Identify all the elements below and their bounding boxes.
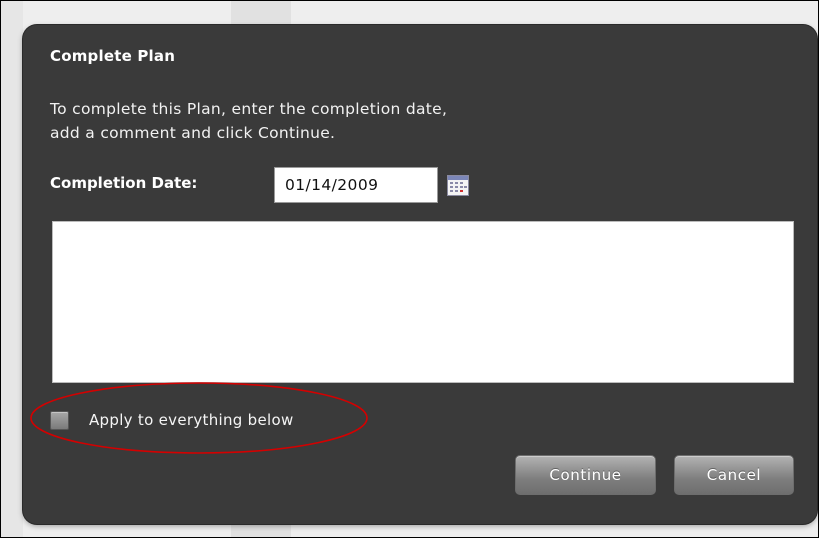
cancel-button[interactable]: Cancel bbox=[674, 455, 794, 495]
instructions-line-1: To complete this Plan, enter the complet… bbox=[50, 100, 448, 118]
completion-date-label: Completion Date: bbox=[50, 174, 198, 192]
dialog-title: Complete Plan bbox=[50, 47, 176, 65]
continue-button[interactable]: Continue bbox=[515, 455, 656, 495]
background-page-strip bbox=[231, 523, 291, 537]
apply-to-everything-row[interactable]: Apply to everything below bbox=[50, 409, 294, 431]
complete-plan-dialog: Complete Plan To complete this Plan, ent… bbox=[23, 25, 817, 524]
calendar-icon[interactable] bbox=[447, 175, 469, 196]
dialog-instructions: To complete this Plan, enter the complet… bbox=[50, 97, 447, 145]
background-page-strip bbox=[231, 1, 291, 25]
apply-to-everything-label: Apply to everything below bbox=[89, 411, 294, 429]
comment-textarea[interactable] bbox=[52, 221, 794, 383]
instructions-line-2: add a comment and click Continue. bbox=[50, 124, 336, 142]
completion-date-input[interactable] bbox=[274, 167, 438, 203]
apply-to-everything-checkbox[interactable] bbox=[50, 410, 69, 430]
screenshot-frame: Complete Plan To complete this Plan, ent… bbox=[0, 0, 819, 538]
background-page-strip bbox=[1, 1, 23, 537]
